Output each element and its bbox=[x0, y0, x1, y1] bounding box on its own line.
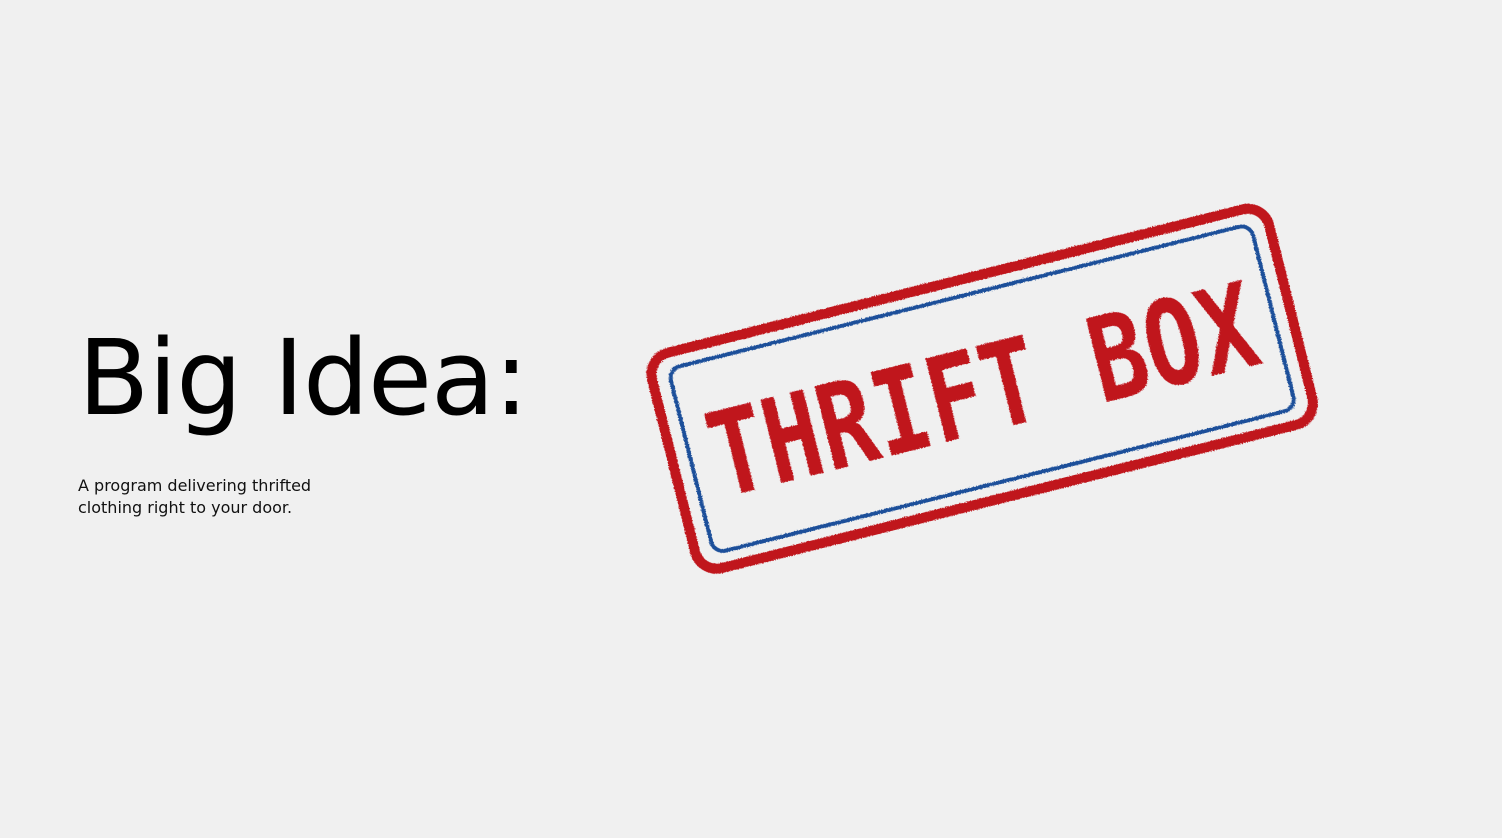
thrift-box-stamp-image: THRIFT BOX bbox=[620, 170, 1340, 590]
slide-subtitle: A program delivering thrifted clothing r… bbox=[78, 476, 312, 517]
slide-title: Big Idea: bbox=[78, 317, 529, 439]
slide: Big Idea: A program delivering thrifted … bbox=[0, 0, 1502, 838]
stamp-graphic: THRIFT BOX bbox=[646, 203, 1318, 574]
